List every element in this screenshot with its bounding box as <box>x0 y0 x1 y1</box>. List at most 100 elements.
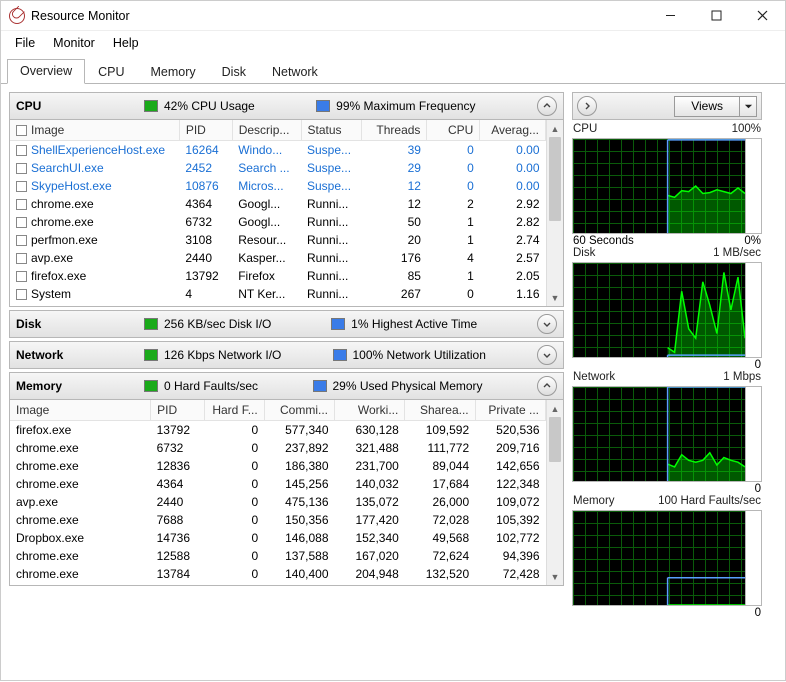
table-row[interactable]: SearchUI.exe2452Search ...Suspe...2900.0… <box>10 159 546 177</box>
column-header[interactable]: Status <box>301 120 361 141</box>
graph-cpu: CPU 100% 60 Seconds 0% <box>572 123 762 247</box>
net-util-icon <box>333 349 347 361</box>
row-checkbox[interactable] <box>16 271 27 282</box>
memory-scrollbar[interactable]: ▲ ▼ <box>546 400 563 585</box>
column-header[interactable]: Image <box>10 120 179 141</box>
chevron-down-icon[interactable] <box>739 97 756 116</box>
row-checkbox[interactable] <box>16 181 27 192</box>
graphs-header: Views <box>572 92 762 120</box>
column-header[interactable]: Commi... <box>264 400 334 421</box>
memory-title: Memory <box>16 379 136 393</box>
column-header[interactable]: Averag... <box>480 120 546 141</box>
menu-monitor[interactable]: Monitor <box>45 33 103 53</box>
graph-scale: 1 MB/sec <box>713 247 761 259</box>
maximize-button[interactable] <box>693 1 739 31</box>
window-title: Resource Monitor <box>31 9 130 23</box>
graph-disk: Disk 1 MB/sec 0 <box>572 247 762 371</box>
graph-canvas <box>572 262 762 358</box>
graph-canvas <box>572 386 762 482</box>
table-row[interactable]: firefox.exe13792FirefoxRunni...8512.05 <box>10 267 546 285</box>
close-button[interactable] <box>739 1 785 31</box>
table-row[interactable]: chrome.exe67320237,892321,488111,772209,… <box>10 439 546 457</box>
cpu-collapse-button[interactable] <box>537 96 557 116</box>
table-row[interactable]: firefox.exe137920577,340630,128109,59252… <box>10 421 546 440</box>
tab-disk[interactable]: Disk <box>209 60 259 84</box>
column-header[interactable]: Sharea... <box>405 400 475 421</box>
graph-axis <box>745 139 761 233</box>
scroll-up-icon[interactable]: ▲ <box>547 120 563 137</box>
network-expand-button[interactable] <box>537 345 557 365</box>
cpu-scrollbar[interactable]: ▲ ▼ <box>546 120 563 306</box>
table-row[interactable]: chrome.exe4364Googl...Runni...1222.92 <box>10 195 546 213</box>
column-header[interactable]: Image <box>10 400 151 421</box>
memory-table: ImagePIDHard F...Commi...Worki...Sharea.… <box>9 400 564 586</box>
table-row[interactable]: chrome.exe6732Googl...Runni...5012.82 <box>10 213 546 231</box>
row-checkbox[interactable] <box>16 217 27 228</box>
table-row[interactable]: System4NT Ker...Runni...26701.16 <box>10 285 546 303</box>
scroll-up-icon[interactable]: ▲ <box>547 400 563 417</box>
disk-active-icon <box>331 318 345 330</box>
row-checkbox[interactable] <box>16 145 27 156</box>
tabbar: Overview CPU Memory Disk Network <box>1 57 785 84</box>
table-row[interactable]: avp.exe24400475,136135,07226,000109,072 <box>10 493 546 511</box>
scroll-down-icon[interactable]: ▼ <box>547 568 563 585</box>
graph-network: Network 1 Mbps 0 <box>572 371 762 495</box>
disk-io-icon <box>144 318 158 330</box>
table-row[interactable]: chrome.exe125880137,588167,02072,62494,3… <box>10 547 546 565</box>
row-checkbox[interactable] <box>16 235 27 246</box>
menu-help[interactable]: Help <box>105 33 147 53</box>
row-checkbox[interactable] <box>16 163 27 174</box>
graph-foot-left: 60 Seconds <box>573 235 634 247</box>
cpu-freq-icon <box>316 100 330 112</box>
table-row[interactable]: ShellExperienceHost.exe16264Windo...Susp… <box>10 141 546 160</box>
graph-foot-right: 0% <box>744 235 761 247</box>
column-header[interactable]: Descrip... <box>232 120 301 141</box>
table-row[interactable]: perfmon.exe3108Resour...Runni...2012.74 <box>10 231 546 249</box>
cpu-usage-label: 42% CPU Usage <box>164 99 255 113</box>
graph-scale: 1 Mbps <box>723 371 761 383</box>
menu-file[interactable]: File <box>7 33 43 53</box>
graph-title: Network <box>573 371 615 383</box>
column-header[interactable]: CPU <box>427 120 480 141</box>
table-row[interactable]: SkypeHost.exe10876Micros...Suspe...1200.… <box>10 177 546 195</box>
memory-collapse-button[interactable] <box>537 376 557 396</box>
table-row[interactable]: Dropbox.exe147360146,088152,34049,568102… <box>10 529 546 547</box>
column-header[interactable]: PID <box>179 120 232 141</box>
mem-faults-label: 0 Hard Faults/sec <box>164 379 258 393</box>
network-section-header[interactable]: Network 126 Kbps Network I/O 100% Networ… <box>9 341 564 369</box>
tab-memory[interactable]: Memory <box>138 60 209 84</box>
row-checkbox[interactable] <box>16 289 27 300</box>
net-io-icon <box>144 349 158 361</box>
cpu-table: ImagePIDDescrip...StatusThreadsCPUAverag… <box>9 120 564 307</box>
minimize-button[interactable] <box>647 1 693 31</box>
column-header[interactable]: Hard F... <box>205 400 265 421</box>
table-row[interactable]: chrome.exe128360186,380231,70089,044142,… <box>10 457 546 475</box>
memory-section-header[interactable]: Memory 0 Hard Faults/sec 29% Used Physic… <box>9 372 564 400</box>
table-row[interactable]: chrome.exe137840140,400204,948132,52072,… <box>10 565 546 583</box>
graph-axis <box>745 511 761 605</box>
column-header[interactable]: Private ... <box>475 400 545 421</box>
graphs-collapse-button[interactable] <box>577 96 597 116</box>
tab-cpu[interactable]: CPU <box>85 60 137 84</box>
column-header[interactable]: Worki... <box>335 400 405 421</box>
row-checkbox[interactable] <box>16 253 27 264</box>
column-header[interactable]: PID <box>151 400 205 421</box>
column-header[interactable]: Threads <box>361 120 427 141</box>
views-button[interactable]: Views <box>674 96 757 117</box>
graph-axis <box>745 387 761 481</box>
row-checkbox[interactable] <box>16 199 27 210</box>
graph-memory: Memory 100 Hard Faults/sec 0 <box>572 495 762 619</box>
disk-section-header[interactable]: Disk 256 KB/sec Disk I/O 1% Highest Acti… <box>9 310 564 338</box>
header-checkbox[interactable] <box>16 125 27 136</box>
scroll-down-icon[interactable]: ▼ <box>547 289 563 306</box>
cpu-section-header[interactable]: CPU 42% CPU Usage 99% Maximum Frequency <box>9 92 564 120</box>
mem-faults-icon <box>144 380 158 392</box>
table-row[interactable]: chrome.exe43640145,256140,03217,684122,3… <box>10 475 546 493</box>
disk-expand-button[interactable] <box>537 314 557 334</box>
tab-overview[interactable]: Overview <box>7 59 85 84</box>
table-row[interactable]: avp.exe2440Kasper...Runni...17642.57 <box>10 249 546 267</box>
graph-axis <box>745 263 761 357</box>
table-row[interactable]: chrome.exe76880150,356177,42072,028105,3… <box>10 511 546 529</box>
tab-network[interactable]: Network <box>259 60 331 84</box>
disk-title: Disk <box>16 317 136 331</box>
